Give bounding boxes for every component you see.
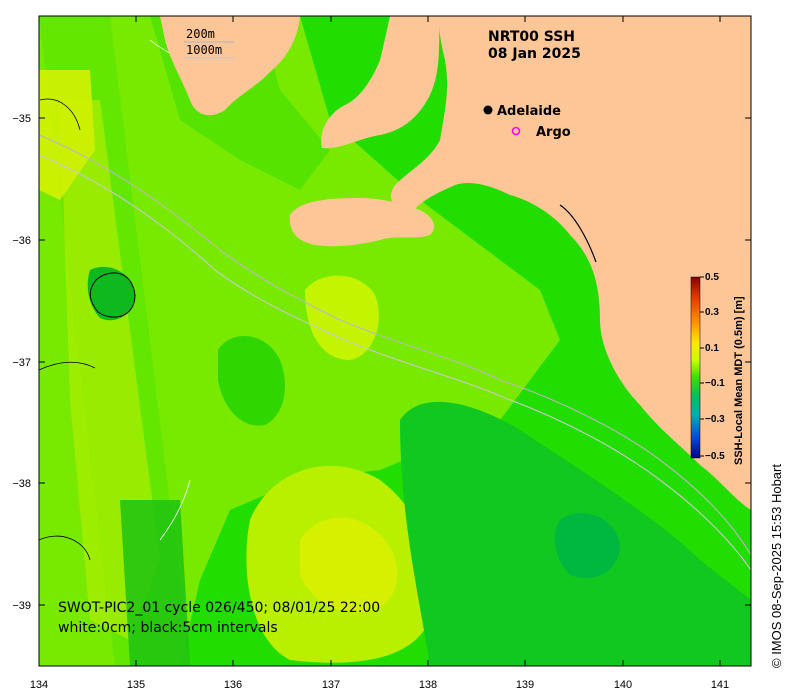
map-area <box>39 16 751 666</box>
colorbar-tick-label: 0.1 <box>705 343 719 354</box>
lon-tick-label: 140 <box>614 679 632 691</box>
colorbar-title: SSH-Local Mean MDT (0.5m) [m] <box>733 296 745 465</box>
lat-tick-label: −35 <box>12 113 31 125</box>
colorbar-tick-label: −0.3 <box>705 414 725 425</box>
adelaide-marker-icon <box>483 105 493 115</box>
ssh-map-figure: 134 135 136 137 138 139 140 141 −35 −36 −37 −38 −39… <box>12 15 784 691</box>
colorbar-tick-label: 0.5 <box>705 272 719 283</box>
map-title: NRT00 SSH <box>488 29 575 45</box>
isobath-200m-label: 200m <box>186 27 215 41</box>
lon-tick-label: 138 <box>419 679 437 691</box>
lat-tick-label: −36 <box>12 235 31 247</box>
swot-swath-lower <box>120 500 190 666</box>
argo-label: Argo <box>536 125 571 140</box>
credit-text: © IMOS 08-Sep-2025 15:53 Hobart <box>769 464 784 668</box>
lat-tick-label: −38 <box>12 478 31 490</box>
swot-contour-note: white:0cm; black:5cm intervals <box>58 620 278 636</box>
lon-tick-label: 137 <box>322 679 340 691</box>
colorbar-tick-label: 0.3 <box>705 307 719 318</box>
colorbar-tick-label: −0.1 <box>705 378 725 389</box>
colorbar-tick-label: −0.5 <box>705 451 725 462</box>
isobath-1000m-label: 1000m <box>186 43 222 57</box>
lon-tick-label: 139 <box>516 679 534 691</box>
lat-tick-label: −37 <box>12 357 31 369</box>
adelaide-label: Adelaide <box>497 104 561 119</box>
lon-tick-label: 135 <box>127 679 145 691</box>
lon-tick-label: 136 <box>224 679 242 691</box>
map-date: 08 Jan 2025 <box>488 46 581 62</box>
colorbar-gradient <box>690 276 701 459</box>
lat-tick-label: −39 <box>12 600 31 612</box>
lon-tick-label: 134 <box>30 679 48 691</box>
swot-pass-label: SWOT-PIC2_01 cycle 026/450; 08/01/25 22:… <box>58 600 380 616</box>
lon-tick-label: 141 <box>711 679 729 691</box>
